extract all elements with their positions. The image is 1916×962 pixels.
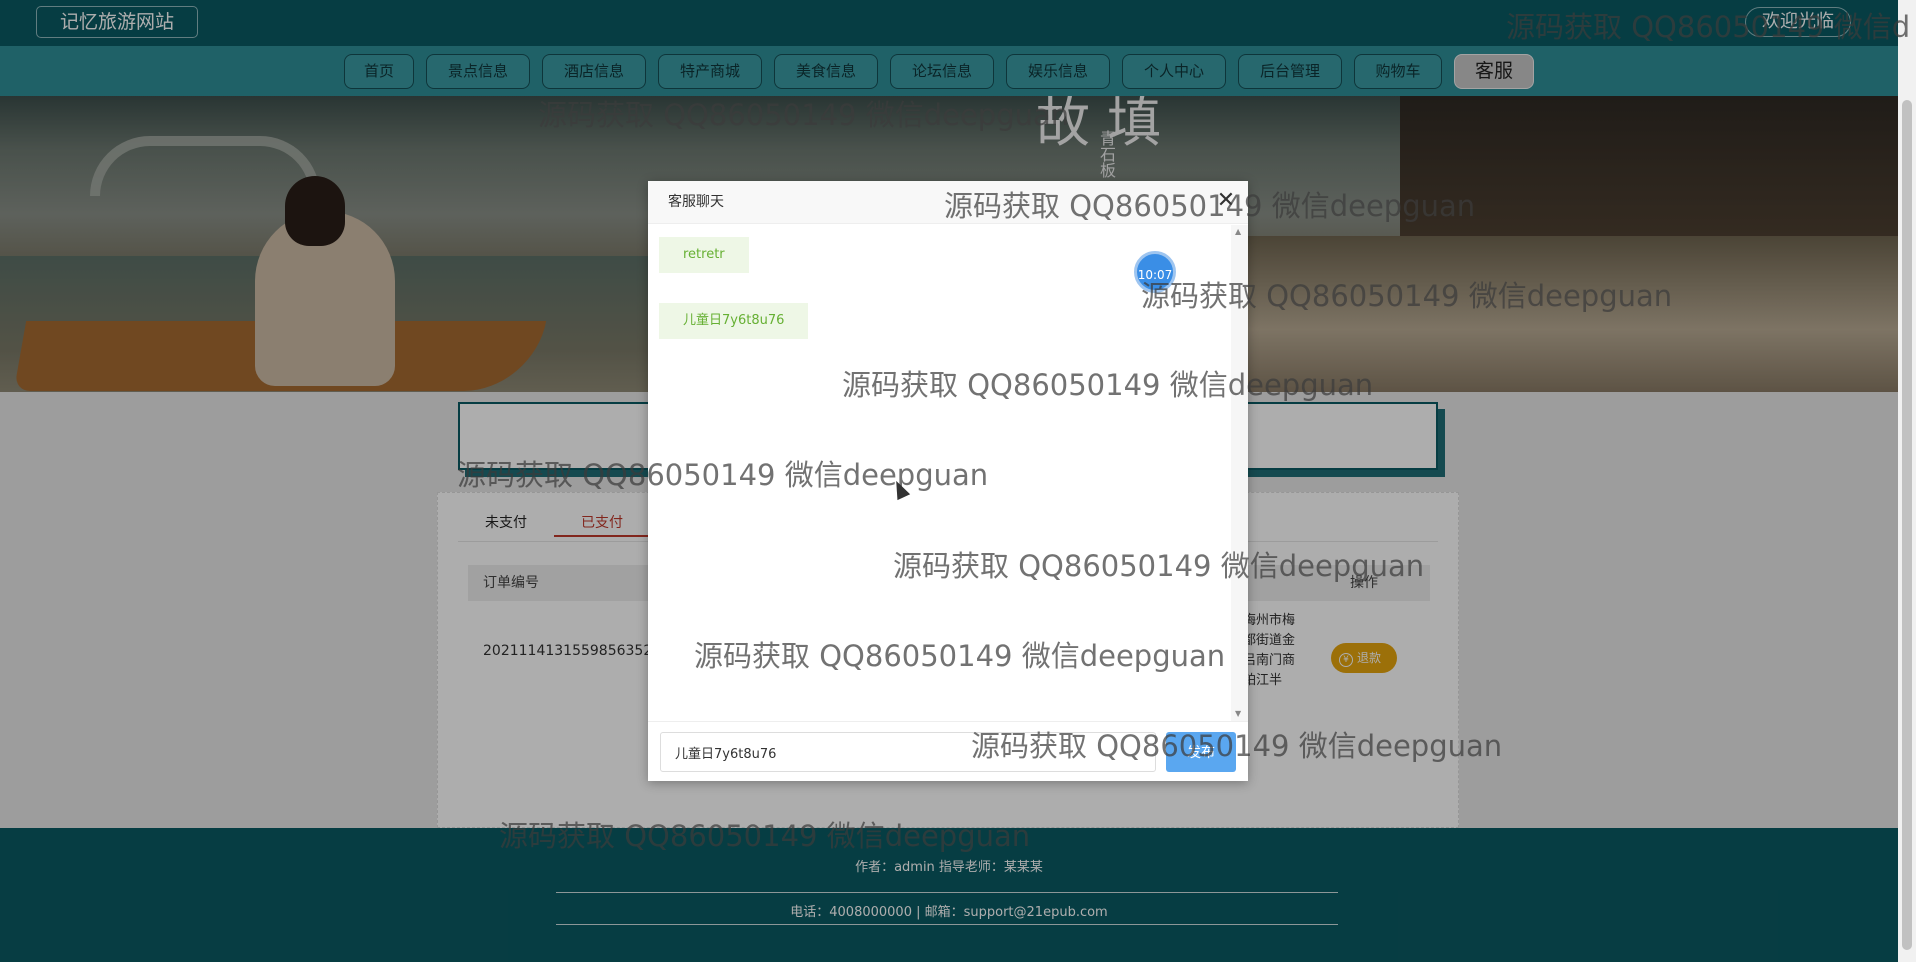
watermark: 源码获取 QQ86050149 微信deepguan <box>457 458 989 492</box>
watermark: 源码获取 QQ86050149 微信deepguan <box>842 368 1374 402</box>
watermark: 源码获取 QQ86050149 微信deepguan <box>944 189 1476 223</box>
scroll-down-icon[interactable]: ▼ <box>1235 709 1241 718</box>
watermark: 源码获取 QQ86050149 微信deepguan <box>499 819 1031 853</box>
chat-message: 儿童日7y6t8u76 <box>659 303 809 339</box>
watermark: 源码获取 QQ86050149 微信deepguan <box>694 639 1226 673</box>
page-scrollbar-thumb[interactable] <box>1902 100 1912 950</box>
watermark: 源码获取 QQ86050149 微信deepguan <box>893 549 1425 583</box>
watermark: 源码获取 QQ86050149 微信d <box>1506 10 1911 44</box>
watermark: 源码获取 QQ86050149 微信deepguan <box>971 729 1503 763</box>
chat-title: 客服聊天 <box>668 194 724 210</box>
watermark: 源码获取 QQ86050149 微信deepguan <box>1141 279 1673 313</box>
chat-message: retretr <box>659 237 749 273</box>
watermark: 源码获取 QQ86050149 微信deepguan <box>538 98 1070 132</box>
scroll-up-icon[interactable]: ▲ <box>1235 227 1241 236</box>
page-scrollbar[interactable] <box>1898 0 1916 962</box>
